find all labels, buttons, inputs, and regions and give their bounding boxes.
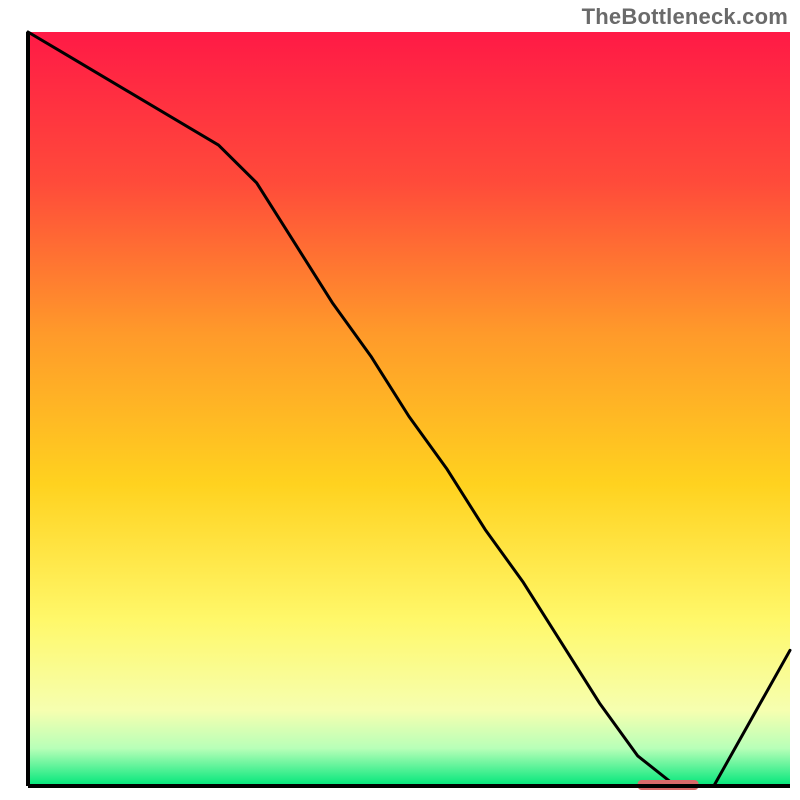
bottleneck-chart xyxy=(0,0,800,800)
chart-container: TheBottleneck.com xyxy=(0,0,800,800)
gradient-background xyxy=(28,32,790,786)
watermark-text: TheBottleneck.com xyxy=(582,4,788,30)
